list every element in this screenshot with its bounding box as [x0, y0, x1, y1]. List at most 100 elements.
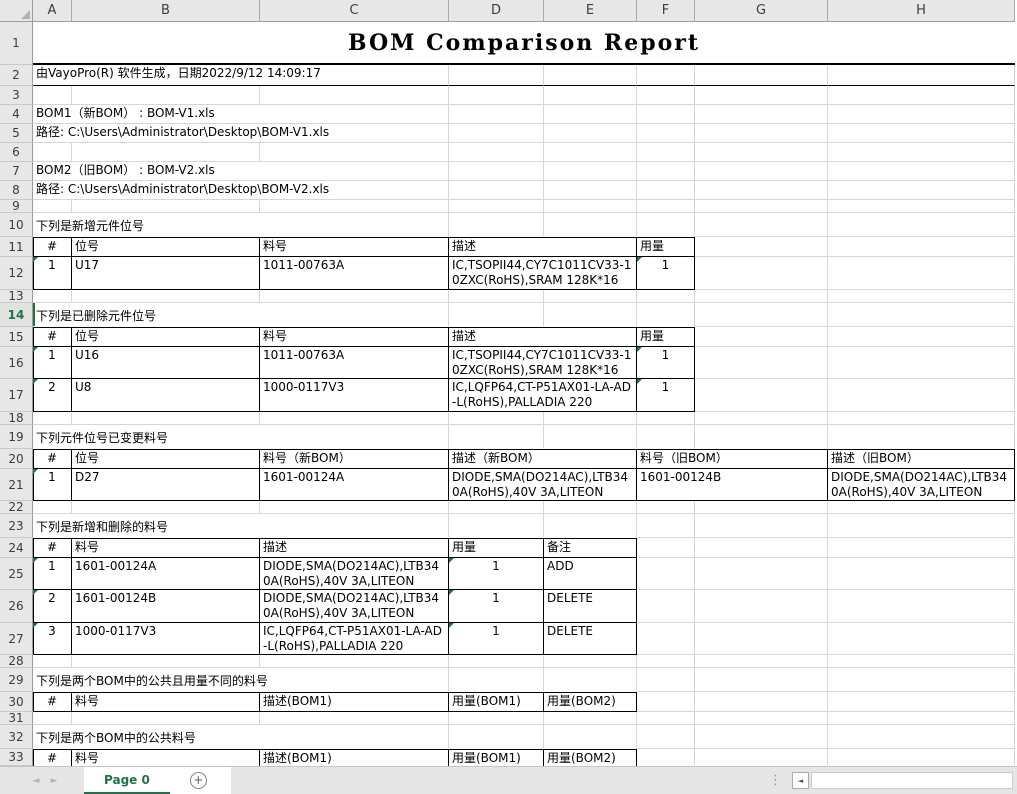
- cell[interactable]: [637, 213, 695, 237]
- section2-title-cell-selected[interactable]: 下列是已删除元件位号: [33, 303, 449, 327]
- header-cell[interactable]: 用量(BOM1): [449, 749, 544, 766]
- header-cell[interactable]: 备注: [544, 538, 637, 558]
- section3-title-cell[interactable]: 下列元件位号已变更料号: [33, 425, 449, 449]
- header-cell[interactable]: 用量: [449, 538, 544, 558]
- cell[interactable]: [449, 200, 544, 213]
- cell[interactable]: D27: [72, 469, 260, 501]
- header-cell[interactable]: 用量(BOM1): [449, 692, 544, 712]
- cell[interactable]: [828, 213, 1015, 237]
- scroll-left-button[interactable]: ◄: [792, 772, 809, 789]
- cell[interactable]: IC,LQFP64,CT-P51AX01-LA-AD-L(RoHS),PALLA…: [449, 379, 637, 412]
- header-cell[interactable]: 位号: [72, 237, 260, 257]
- add-sheet-icon[interactable]: +: [190, 772, 207, 789]
- row-header-27[interactable]: 27: [0, 623, 33, 655]
- row-header-3[interactable]: 3: [0, 86, 33, 105]
- cell[interactable]: DELETE: [544, 623, 637, 655]
- row-header-7[interactable]: 7: [0, 162, 33, 181]
- cell[interactable]: [449, 86, 544, 105]
- cell[interactable]: [695, 501, 828, 514]
- row-header-2[interactable]: 2: [0, 65, 33, 86]
- select-all-corner[interactable]: [0, 0, 33, 22]
- cell[interactable]: [637, 538, 695, 558]
- cell[interactable]: [637, 712, 695, 725]
- cell[interactable]: [33, 712, 72, 725]
- cell[interactable]: [695, 558, 828, 590]
- cell[interactable]: [828, 124, 1015, 143]
- cell[interactable]: [449, 668, 544, 692]
- cell[interactable]: [637, 655, 695, 668]
- header-cell[interactable]: 料号（旧BOM）: [637, 449, 828, 469]
- cell[interactable]: [695, 290, 828, 303]
- row-header-31[interactable]: 31: [0, 712, 33, 725]
- cell[interactable]: [637, 412, 695, 425]
- row-header-33[interactable]: 33: [0, 749, 33, 766]
- cell[interactable]: [695, 347, 828, 379]
- cell[interactable]: [449, 501, 544, 514]
- row-header-22[interactable]: 22: [0, 501, 33, 514]
- cell-bom1-label[interactable]: BOM1（新BOM） : BOM-V1.xls: [33, 105, 449, 124]
- row-header-24[interactable]: 24: [0, 538, 33, 558]
- cell[interactable]: [828, 712, 1015, 725]
- row-header-23[interactable]: 23: [0, 514, 33, 538]
- row-header-1[interactable]: 1: [0, 22, 33, 65]
- cell[interactable]: [449, 712, 544, 725]
- header-cell[interactable]: #: [33, 449, 72, 469]
- col-header-h[interactable]: H: [828, 0, 1015, 22]
- row-header-29[interactable]: 29: [0, 668, 33, 692]
- cell[interactable]: [828, 379, 1015, 412]
- cell[interactable]: U8: [72, 379, 260, 412]
- cell[interactable]: [695, 655, 828, 668]
- cell[interactable]: 1: [637, 257, 695, 290]
- cell[interactable]: [544, 725, 637, 749]
- cell[interactable]: [828, 86, 1015, 105]
- cell[interactable]: [449, 290, 544, 303]
- cell[interactable]: [544, 181, 637, 200]
- cell[interactable]: [544, 655, 637, 668]
- cell[interactable]: 1: [637, 347, 695, 379]
- cell[interactable]: 1601-00124B: [72, 590, 260, 623]
- cell[interactable]: 1000-0117V3: [72, 623, 260, 655]
- cell[interactable]: 1: [449, 590, 544, 623]
- cell[interactable]: [544, 712, 637, 725]
- cell[interactable]: [695, 425, 828, 449]
- row-header-11[interactable]: 11: [0, 237, 33, 257]
- header-cell[interactable]: 料号: [260, 237, 449, 257]
- cell[interactable]: [544, 290, 637, 303]
- cell[interactable]: [544, 303, 637, 327]
- cell[interactable]: [695, 327, 828, 347]
- cell[interactable]: [637, 725, 695, 749]
- cell[interactable]: [33, 655, 72, 668]
- row-header-25[interactable]: 25: [0, 558, 33, 590]
- cell[interactable]: [449, 124, 544, 143]
- cell[interactable]: [695, 143, 828, 162]
- cell[interactable]: [449, 105, 544, 124]
- cell[interactable]: [33, 86, 72, 105]
- cell[interactable]: [72, 712, 260, 725]
- row-header-17[interactable]: 17: [0, 379, 33, 412]
- row-header-15[interactable]: 15: [0, 327, 33, 347]
- row-header-28[interactable]: 28: [0, 655, 33, 668]
- cell[interactable]: [637, 290, 695, 303]
- cell[interactable]: [695, 590, 828, 623]
- cell[interactable]: [544, 425, 637, 449]
- cell[interactable]: U17: [72, 257, 260, 290]
- cell[interactable]: 3: [33, 623, 72, 655]
- cell[interactable]: [260, 290, 449, 303]
- header-cell[interactable]: #: [33, 237, 72, 257]
- cell[interactable]: [544, 105, 637, 124]
- cell[interactable]: [449, 181, 544, 200]
- cell[interactable]: [695, 237, 828, 257]
- cell[interactable]: [695, 514, 828, 538]
- cell[interactable]: [637, 623, 695, 655]
- cell[interactable]: [695, 668, 828, 692]
- cell[interactable]: [695, 105, 828, 124]
- cell[interactable]: [72, 290, 260, 303]
- cell[interactable]: 1011-00763A: [260, 347, 449, 379]
- col-header-d[interactable]: D: [449, 0, 544, 22]
- cell[interactable]: [449, 213, 544, 237]
- cell[interactable]: [637, 162, 695, 181]
- header-cell[interactable]: 料号: [260, 327, 449, 347]
- row-header-14[interactable]: 14: [0, 303, 33, 327]
- cell[interactable]: [544, 200, 637, 213]
- cell[interactable]: [695, 124, 828, 143]
